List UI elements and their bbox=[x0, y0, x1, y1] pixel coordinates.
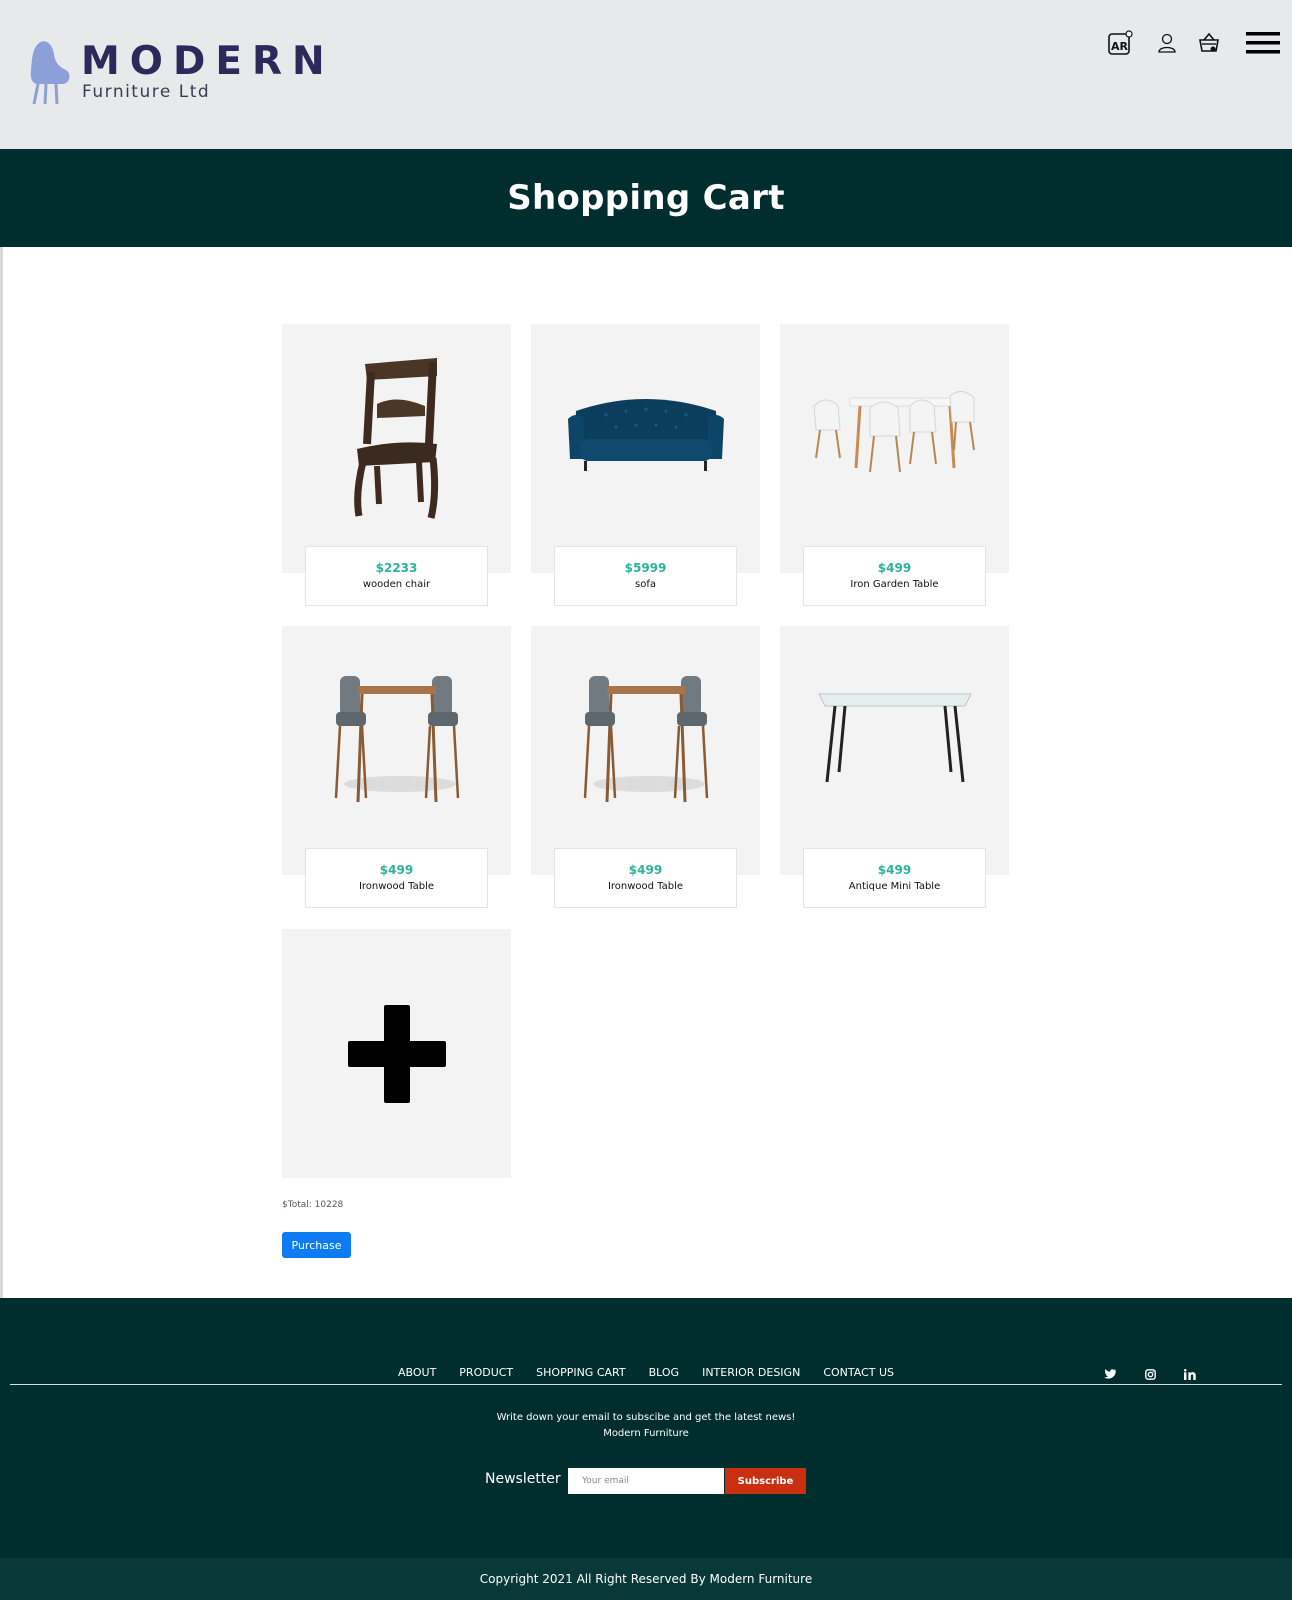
cart-item-price: $499 bbox=[628, 863, 663, 877]
cart-item-price: $5999 bbox=[624, 561, 667, 575]
footer-link-about[interactable]: ABOUT bbox=[398, 1366, 436, 1380]
plus-icon bbox=[347, 1004, 446, 1103]
chair-logo-icon bbox=[30, 41, 70, 105]
footer-link-interior-design[interactable]: INTERIOR DESIGN bbox=[702, 1366, 800, 1380]
product-image-ironwood-table bbox=[282, 626, 511, 846]
cart-item-price: $2233 bbox=[375, 561, 418, 575]
cart-item-price: $499 bbox=[379, 863, 414, 877]
footer-nav: ABOUT PRODUCT SHOPPING CART BLOG INTERIO… bbox=[0, 1366, 1292, 1380]
footer-link-blog[interactable]: BLOG bbox=[649, 1366, 679, 1380]
ar-icon[interactable]: AR bbox=[1105, 28, 1135, 58]
instagram-icon[interactable] bbox=[1142, 1366, 1158, 1382]
brand-name: MODERN bbox=[81, 39, 335, 84]
cart-total: $Total: 10228 bbox=[282, 1200, 344, 1210]
email-field[interactable] bbox=[568, 1468, 724, 1494]
footer-divider bbox=[10, 1384, 1282, 1385]
basket-icon[interactable] bbox=[1194, 28, 1224, 58]
cart-item[interactable]: $5999 sofa bbox=[531, 324, 760, 606]
cart-item-name: Antique Mini Table bbox=[848, 881, 941, 892]
copyright-bar: Copyright 2021 All Right Reserved By Mod… bbox=[0, 1558, 1292, 1600]
footer-link-contact-us[interactable]: CONTACT US bbox=[823, 1366, 894, 1380]
add-item-button[interactable] bbox=[282, 929, 511, 1178]
cart-item[interactable]: $499 Antique Mini Table bbox=[780, 626, 1009, 908]
page-title: Shopping Cart bbox=[507, 178, 785, 218]
site-footer: ABOUT PRODUCT SHOPPING CART BLOG INTERIO… bbox=[0, 1298, 1292, 1558]
newsletter-label: Newsletter bbox=[485, 1471, 561, 1487]
cart-item-name: Ironwood Table bbox=[358, 881, 435, 892]
product-image-ironwood-table bbox=[531, 626, 760, 846]
cart-item-name: sofa bbox=[635, 579, 656, 590]
site-header: MODERN Furniture Ltd AR bbox=[0, 0, 1292, 149]
footer-link-shopping-cart[interactable]: SHOPPING CART bbox=[536, 1366, 625, 1380]
cart-item-label: $499 Antique Mini Table bbox=[803, 848, 986, 908]
cart-item[interactable]: $499 Iron Garden Table bbox=[780, 324, 1009, 606]
cart-item-label: $499 Iron Garden Table bbox=[803, 546, 986, 606]
footer-link-product[interactable]: PRODUCT bbox=[459, 1366, 513, 1380]
cart-item[interactable]: $2233 wooden chair bbox=[282, 324, 511, 606]
page-banner: Shopping Cart bbox=[0, 149, 1292, 247]
twitter-icon[interactable] bbox=[1102, 1366, 1118, 1382]
user-icon[interactable] bbox=[1152, 28, 1182, 58]
cart-item-price: $499 bbox=[877, 863, 912, 877]
cart-item-label: $499 Ironwood Table bbox=[554, 848, 737, 908]
product-image-sofa bbox=[531, 324, 760, 544]
product-image-antique-mini-table bbox=[780, 626, 1009, 846]
cart-item-price: $499 bbox=[877, 561, 912, 575]
subscribe-text: Write down your email to subscibe and ge… bbox=[0, 1410, 1292, 1442]
cart-item-name: wooden chair bbox=[362, 579, 431, 590]
cart-item[interactable]: $499 Ironwood Table bbox=[282, 626, 511, 908]
product-image-iron-garden-table bbox=[780, 324, 1009, 544]
hamburger-menu-icon[interactable] bbox=[1245, 28, 1281, 58]
cart-item-name: Ironwood Table bbox=[607, 881, 684, 892]
product-image-wooden-chair bbox=[282, 324, 511, 544]
cart-item-name: Iron Garden Table bbox=[850, 579, 939, 590]
svg-text:AR: AR bbox=[1111, 40, 1129, 53]
subscribe-text-brand: Modern Furniture bbox=[603, 1428, 689, 1439]
purchase-button[interactable]: Purchase bbox=[282, 1232, 351, 1258]
brand-subtitle: Furniture Ltd bbox=[82, 82, 211, 102]
subscribe-text-line: Write down your email to subscibe and ge… bbox=[496, 1412, 796, 1423]
brand-logo[interactable]: MODERN Furniture Ltd bbox=[28, 40, 325, 106]
cart-item[interactable]: $499 Ironwood Table bbox=[531, 626, 760, 908]
cart-item-label: $499 Ironwood Table bbox=[305, 848, 488, 908]
linkedin-icon[interactable] bbox=[1182, 1366, 1198, 1382]
cart-item-label: $5999 sofa bbox=[554, 546, 737, 606]
subscribe-button[interactable]: Subscribe bbox=[725, 1468, 806, 1494]
copyright-text: Copyright 2021 All Right Reserved By Mod… bbox=[479, 1572, 813, 1586]
cart-item-label: $2233 wooden chair bbox=[305, 546, 488, 606]
